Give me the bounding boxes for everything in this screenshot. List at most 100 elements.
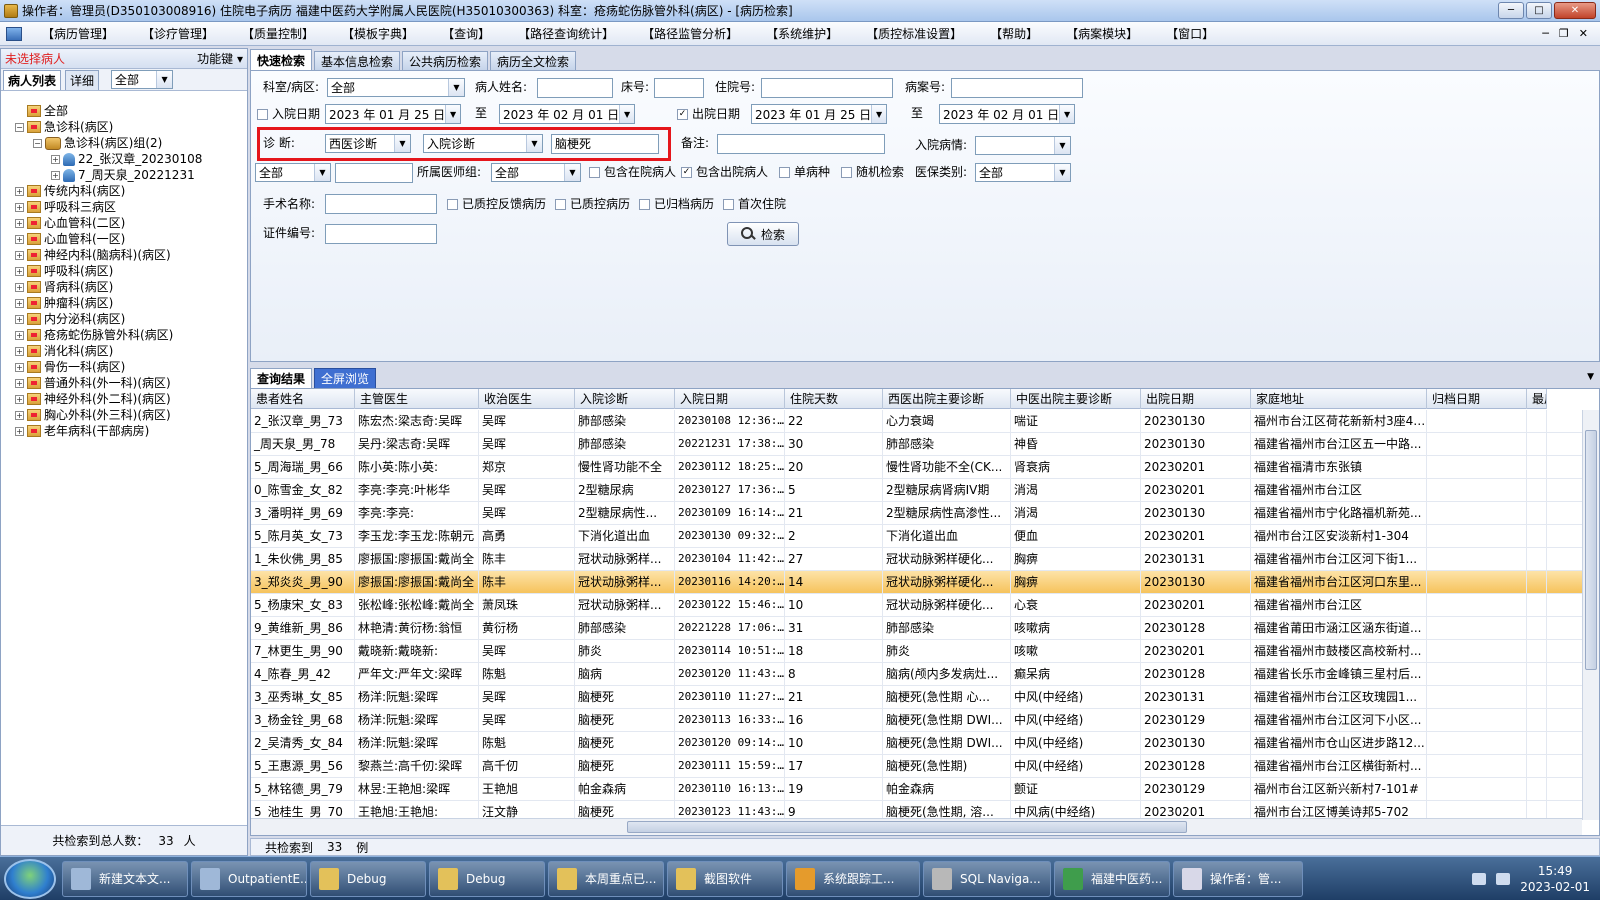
- column-header[interactable]: 家庭地址: [1251, 389, 1427, 409]
- scroll-thumb[interactable]: [1585, 430, 1597, 670]
- menu-case-module[interactable]: 【病案模块】: [1054, 25, 1154, 42]
- doctor-group-select[interactable]: 全部 ▼: [491, 163, 581, 182]
- record-no-input[interactable]: [951, 78, 1083, 98]
- horizontal-scrollbar[interactable]: [251, 818, 1582, 835]
- chevron-down-icon[interactable]: ▼: [1587, 372, 1600, 382]
- tab-fulltext-search[interactable]: 病历全文检索: [490, 51, 577, 70]
- tree-node[interactable]: 全部: [1, 103, 247, 119]
- table-row[interactable]: 0_陈雪金_女_82 李亮:李亮:叶彬华 吴晖 2型糖尿病 20230127 17:36…: [251, 479, 1582, 502]
- taskbar-item[interactable]: 系统跟踪工...: [786, 860, 920, 897]
- qc-done-checkbox[interactable]: 已质控病历: [555, 195, 630, 214]
- menu-query[interactable]: 【查询】: [430, 25, 506, 42]
- table-row[interactable]: 4_陈春_男_42 严年文:严年文:梁晖 陈魁 脑病 20230120 11:43:31…: [251, 663, 1582, 686]
- tree-node[interactable]: + 胸心外科(外三科)(病区): [1, 407, 247, 423]
- tree-node[interactable]: + 肾病科(病区): [1, 279, 247, 295]
- expand-icon[interactable]: +: [15, 250, 24, 260]
- inpatient-no-input[interactable]: [761, 78, 893, 98]
- table-row[interactable]: 5_杨康宋_女_83 张松峰:张松峰:戴尚全 萧凤珠 冠状动脉粥样... 2023012…: [251, 594, 1582, 617]
- include-inpatient-checkbox[interactable]: 包含在院病人: [589, 163, 676, 182]
- expand-icon[interactable]: +: [15, 202, 24, 212]
- mdi-close-button[interactable]: ✕: [1579, 27, 1588, 40]
- table-row[interactable]: 3_郑炎炎_男_90 廖振国:廖振国:戴尚全 陈丰 冠状动脉粥样... 20230116…: [251, 571, 1582, 594]
- filter-value-input[interactable]: [335, 163, 413, 183]
- first-admit-checkbox[interactable]: 首次住院: [723, 195, 786, 214]
- taskbar-item[interactable]: 操作者：管...: [1173, 860, 1303, 897]
- table-row[interactable]: 5_周海瑞_男_66 陈小英:陈小英: 郑京 慢性肾功能不全 20230112 18:2…: [251, 456, 1582, 479]
- patient-filter-select[interactable]: 全部 ▼: [111, 70, 174, 89]
- remark-input[interactable]: [717, 134, 885, 154]
- tab-basic-info-search[interactable]: 基本信息检索: [314, 51, 401, 70]
- tree-node[interactable]: + 消化科(病区): [1, 343, 247, 359]
- menu-quality-control[interactable]: 【质量控制】: [230, 25, 330, 42]
- admit-date-from[interactable]: 2023 年 01 月 25 日 ▼: [325, 104, 461, 124]
- tree-node[interactable]: − 急诊科(病区)组(2): [1, 135, 247, 151]
- surgery-input[interactable]: [325, 194, 437, 214]
- column-header[interactable]: 入院日期: [675, 389, 785, 409]
- cert-input[interactable]: [325, 224, 437, 244]
- single-disease-checkbox[interactable]: 单病种: [779, 163, 830, 182]
- table-row[interactable]: 7_林更生_男_90 戴晓新:戴晓新: 吴晖 肺炎 20230114 10:51:13 1…: [251, 640, 1582, 663]
- column-header[interactable]: 主管医生: [355, 389, 479, 409]
- column-header[interactable]: 中医出院主要诊断: [1011, 389, 1141, 409]
- maximize-button[interactable]: □: [1526, 2, 1552, 19]
- menu-qc-standards[interactable]: 【质控标准设置】: [854, 25, 978, 42]
- bed-input[interactable]: [654, 78, 704, 98]
- tree-node[interactable]: + 内分泌科(病区): [1, 311, 247, 327]
- expand-icon[interactable]: +: [15, 186, 24, 196]
- tab-patient-list[interactable]: 病人列表: [3, 69, 62, 90]
- tab-detail[interactable]: 详细: [65, 69, 100, 90]
- expand-icon[interactable]: +: [15, 314, 24, 324]
- discharge-date-from[interactable]: 2023 年 01 月 25 日 ▼: [751, 104, 887, 124]
- table-row[interactable]: 3_杨金铨_男_68 杨洋:阮魁:梁晖 吴晖 脑梗死 20230113 16:33:55…: [251, 709, 1582, 732]
- column-header[interactable]: 收治医生: [479, 389, 575, 409]
- tree-node[interactable]: + 老年病科(干部病房): [1, 423, 247, 439]
- tree-node[interactable]: +22_张汉章_20230108: [1, 151, 247, 167]
- column-header[interactable]: 住院天数: [785, 389, 883, 409]
- tree-node[interactable]: + 心血管科(二区): [1, 215, 247, 231]
- expand-icon[interactable]: +: [15, 298, 24, 308]
- discharge-date-to[interactable]: 2023 年 02 月 01 日 ▼: [939, 104, 1075, 124]
- taskbar-item[interactable]: 新建文本文...: [62, 860, 188, 897]
- patient-name-input[interactable]: [537, 78, 613, 98]
- table-row[interactable]: 5_陈月英_女_73 李玉龙:李玉龙:陈朝元 高勇 下消化道出血 20230130 09…: [251, 525, 1582, 548]
- admit-date-checkbox[interactable]: 入院日期: [257, 105, 320, 124]
- column-header[interactable]: 西医出院主要诊断: [883, 389, 1011, 409]
- taskbar-item[interactable]: Debug: [429, 860, 545, 897]
- menu-record-management[interactable]: 【病历管理】: [30, 25, 130, 42]
- column-header[interactable]: 出院日期: [1141, 389, 1251, 409]
- tree-node[interactable]: + 呼吸科三病区: [1, 199, 247, 215]
- keyboard-icon[interactable]: [1472, 872, 1487, 885]
- scroll-thumb[interactable]: [627, 821, 1187, 833]
- expand-icon[interactable]: +: [15, 282, 24, 292]
- expand-icon[interactable]: +: [15, 378, 24, 388]
- expand-icon[interactable]: +: [15, 218, 24, 228]
- tab-query-results[interactable]: 查询结果: [250, 368, 313, 388]
- tree-node[interactable]: + 疮疡蛇伤脉管外科(病区): [1, 327, 247, 343]
- dept-select[interactable]: 全部 ▼: [327, 78, 465, 97]
- discharge-date-checkbox[interactable]: ✓ 出院日期: [677, 105, 740, 124]
- tree-node[interactable]: − 急诊科(病区): [1, 119, 247, 135]
- taskbar-item[interactable]: Debug: [310, 860, 426, 897]
- expand-icon[interactable]: +: [15, 266, 24, 276]
- start-button[interactable]: [4, 858, 56, 899]
- tree-node[interactable]: + 心血管科(一区): [1, 231, 247, 247]
- column-header[interactable]: 最后: [1527, 389, 1547, 409]
- menu-window[interactable]: 【窗口】: [1154, 25, 1230, 42]
- mdi-minimize-button[interactable]: ─: [1542, 27, 1549, 40]
- include-discharged-checkbox[interactable]: ✓ 包含出院病人: [681, 163, 768, 182]
- search-button[interactable]: 检索: [727, 222, 799, 246]
- table-row[interactable]: _周天泉_男_78 吴丹:梁志奇:吴晖 吴晖 肺部感染 20221231 17:38:4…: [251, 433, 1582, 456]
- minimize-button[interactable]: ─: [1498, 2, 1524, 19]
- table-row[interactable]: 1_朱伙佛_男_85 廖振国:廖振国:戴尚全 陈丰 冠状动脉粥样... 20230104…: [251, 548, 1582, 571]
- tree-node[interactable]: + 呼吸科(病区): [1, 263, 247, 279]
- table-row[interactable]: 5_王惠源_男_56 黎燕兰:高千仞:梁晖 高千仞 脑梗死 20230111 15:59…: [251, 755, 1582, 778]
- expand-icon[interactable]: +: [15, 346, 24, 356]
- table-row[interactable]: 2_张汉章_男_73 陈宏杰:梁志奇:吴晖 吴晖 肺部感染 20230108 12:36…: [251, 410, 1582, 433]
- archived-checkbox[interactable]: 已归档病历: [639, 195, 714, 214]
- close-button[interactable]: ✕: [1554, 2, 1596, 19]
- department-tree[interactable]: 全部 − 急诊科(病区) − 急诊科(病区)组(2) +22_张汉章_20230108 +7…: [1, 101, 247, 805]
- expand-icon[interactable]: +: [15, 362, 24, 372]
- column-header[interactable]: 入院诊断: [575, 389, 675, 409]
- collapse-icon[interactable]: −: [33, 138, 42, 148]
- tree-node[interactable]: + 传统内科(病区): [1, 183, 247, 199]
